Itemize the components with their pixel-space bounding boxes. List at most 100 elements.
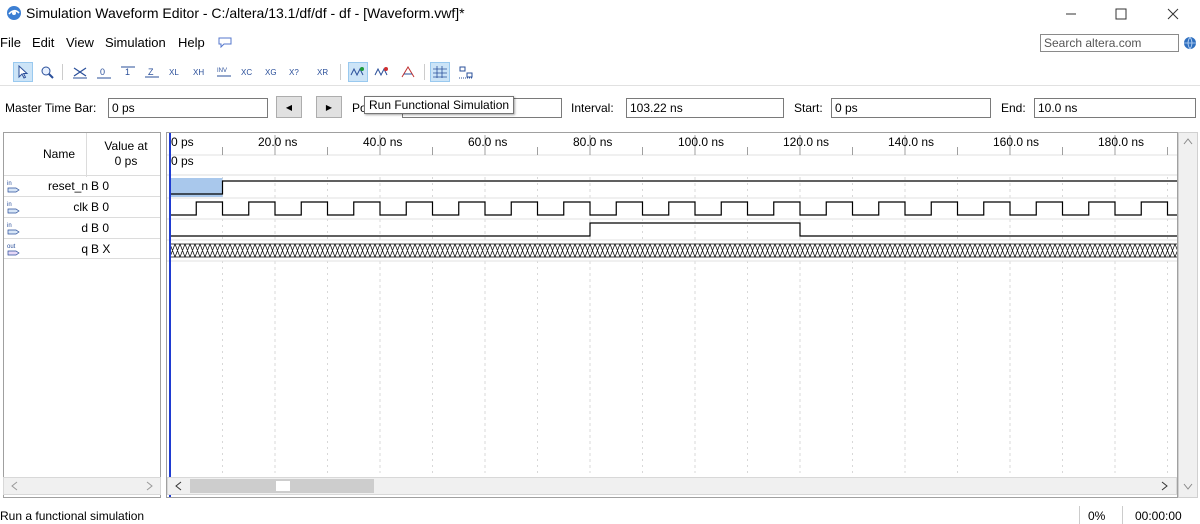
app-icon bbox=[7, 6, 21, 20]
vertical-scrollbar[interactable] bbox=[1178, 132, 1198, 498]
help-hint-icon[interactable] bbox=[218, 36, 232, 48]
menu-file[interactable]: File bbox=[0, 35, 21, 50]
scroll-up-icon[interactable] bbox=[1183, 137, 1193, 145]
time-tick-label: 100.0 ns bbox=[678, 135, 724, 149]
waveform-panel[interactable]: 0 ps 20.0 ns 40.0 ns 60.0 ns 80.0 ns 100.0 ns… bbox=[166, 132, 1178, 498]
run-timing-simulation-icon bbox=[374, 67, 388, 77]
overwrite-weak-high-icon: XH bbox=[193, 68, 204, 77]
menu-simulation[interactable]: Simulation bbox=[105, 35, 166, 50]
svg-text:XL: XL bbox=[169, 68, 179, 77]
invert-icon: XC bbox=[241, 68, 252, 77]
svg-text:in: in bbox=[7, 202, 12, 208]
master-time-bar-field[interactable]: 0 ps bbox=[108, 98, 268, 118]
time-tick-label: 0 ps bbox=[171, 135, 194, 149]
start-field[interactable]: 0 ps bbox=[831, 98, 991, 118]
svg-text:in: in bbox=[7, 181, 12, 187]
progress-percent: 0% bbox=[1088, 509, 1106, 523]
previous-transition-button[interactable]: ◀ bbox=[276, 96, 302, 118]
signal-list-panel: Name Value at 0 ps in reset_n B 0 in clk… bbox=[3, 132, 161, 498]
signal-name: clk bbox=[73, 200, 88, 214]
overwrite-weak-high-button[interactable]: XH bbox=[190, 62, 210, 82]
time-tick-label: 40.0 ns bbox=[363, 135, 402, 149]
input-pin-icon: in bbox=[7, 223, 20, 235]
signal-row-clk[interactable]: in clk B 0 bbox=[4, 196, 160, 217]
input-pin-icon: in bbox=[7, 202, 20, 214]
svg-text:in: in bbox=[7, 223, 12, 229]
maximize-button[interactable] bbox=[1098, 0, 1144, 28]
svg-text:XR: XR bbox=[317, 68, 328, 77]
time-tick-label: 20.0 ns bbox=[258, 135, 297, 149]
overwrite-clock-icon: X? bbox=[289, 68, 299, 77]
overwrite-low-button[interactable]: 0 bbox=[94, 62, 114, 82]
search-input[interactable]: Search altera.com bbox=[1040, 34, 1179, 52]
name-column-header[interactable]: Name bbox=[34, 147, 84, 161]
svg-text:INV: INV bbox=[217, 68, 227, 74]
overwrite-high-impedance-button[interactable]: Z bbox=[142, 62, 162, 82]
generate-netlist-button[interactable] bbox=[398, 62, 418, 82]
signal-name: q bbox=[81, 242, 88, 256]
overwrite-random-button[interactable]: XR bbox=[314, 62, 334, 82]
minimize-button[interactable] bbox=[1048, 0, 1094, 28]
input-pin-icon: in bbox=[7, 181, 20, 193]
overwrite-unknown-icon bbox=[73, 67, 87, 79]
scroll-left-icon[interactable] bbox=[10, 481, 18, 491]
snap-to-grid-button[interactable] bbox=[456, 62, 476, 82]
svg-text:out: out bbox=[7, 244, 16, 250]
signal-value: B 0 bbox=[91, 200, 110, 214]
overwrite-clock-button[interactable]: X? bbox=[286, 62, 306, 82]
pointer-tool-button[interactable] bbox=[13, 62, 33, 82]
signal-row-q[interactable]: out q B X bbox=[4, 238, 160, 259]
toolbar: 0 1 Z XL XH INV XC XG X? XR bbox=[0, 58, 1200, 86]
overwrite-high-button[interactable]: 1 bbox=[118, 62, 138, 82]
grid-icon bbox=[433, 66, 447, 78]
time-tick-label: 60.0 ns bbox=[468, 135, 507, 149]
scroll-right-icon[interactable] bbox=[146, 481, 154, 491]
close-button[interactable] bbox=[1150, 0, 1196, 28]
next-transition-button[interactable]: ▶ bbox=[316, 96, 342, 118]
menu-edit[interactable]: Edit bbox=[32, 35, 54, 50]
run-functional-simulation-button[interactable] bbox=[348, 62, 368, 82]
interval-label: Interval: bbox=[571, 101, 614, 115]
count-value-icon: XG bbox=[265, 68, 277, 77]
end-label: End: bbox=[1001, 101, 1026, 115]
generate-netlist-icon bbox=[401, 66, 415, 78]
menu-help[interactable]: Help bbox=[178, 35, 205, 50]
status-message: Run a functional simulation bbox=[0, 509, 145, 523]
signal-row-reset-n[interactable]: in reset_n B 0 bbox=[4, 175, 160, 196]
svg-text:Z: Z bbox=[148, 67, 154, 77]
svg-text:XH: XH bbox=[193, 68, 204, 77]
scroll-left-icon[interactable] bbox=[174, 481, 182, 491]
toolbar-separator bbox=[340, 64, 341, 80]
signal-row-d[interactable]: in d B 0 bbox=[4, 217, 160, 238]
waveform-canvas[interactable]: 0 ps 20.0 ns 40.0 ns 60.0 ns 80.0 ns 100.0 ns… bbox=[167, 133, 1177, 497]
count-value-button[interactable]: XG bbox=[262, 62, 282, 82]
interval-field[interactable]: 103.22 ns bbox=[626, 98, 784, 118]
menu-bar: File Edit View Simulation Help bbox=[0, 30, 1200, 54]
q-wave bbox=[169, 243, 1177, 258]
overwrite-dont-care-button[interactable]: INV bbox=[214, 62, 234, 82]
scroll-right-icon[interactable] bbox=[1161, 481, 1169, 491]
overwrite-unknown-button[interactable] bbox=[70, 62, 90, 82]
pointer-tool-icon bbox=[18, 65, 29, 79]
signal-horizontal-scrollbar[interactable] bbox=[3, 477, 161, 495]
overwrite-weak-low-button[interactable]: XL bbox=[166, 62, 186, 82]
run-timing-simulation-button[interactable] bbox=[372, 62, 392, 82]
invert-button[interactable]: XC bbox=[238, 62, 258, 82]
overwrite-weak-low-icon: XL bbox=[169, 68, 179, 77]
globe-icon[interactable] bbox=[1183, 36, 1197, 50]
tooltip: Run Functional Simulation bbox=[364, 96, 515, 114]
zoom-tool-button[interactable] bbox=[37, 62, 57, 82]
scroll-thumb[interactable] bbox=[190, 479, 374, 493]
grid-button[interactable] bbox=[430, 62, 450, 82]
menu-view[interactable]: View bbox=[66, 35, 94, 50]
value-column-header[interactable]: Value at bbox=[96, 139, 156, 153]
scroll-down-icon[interactable] bbox=[1183, 483, 1193, 491]
time-tick-label: 120.0 ns bbox=[783, 135, 829, 149]
end-field[interactable]: 10.0 ns bbox=[1034, 98, 1196, 118]
svg-text:X?: X? bbox=[289, 68, 299, 77]
toolbar-separator bbox=[424, 64, 425, 80]
status-bar: Run a functional simulation 0% 00:00:00 bbox=[0, 506, 1200, 524]
zoom-tool-icon bbox=[41, 66, 54, 79]
wave-horizontal-scrollbar[interactable] bbox=[167, 477, 1177, 495]
signal-name: reset_n bbox=[47, 179, 88, 193]
